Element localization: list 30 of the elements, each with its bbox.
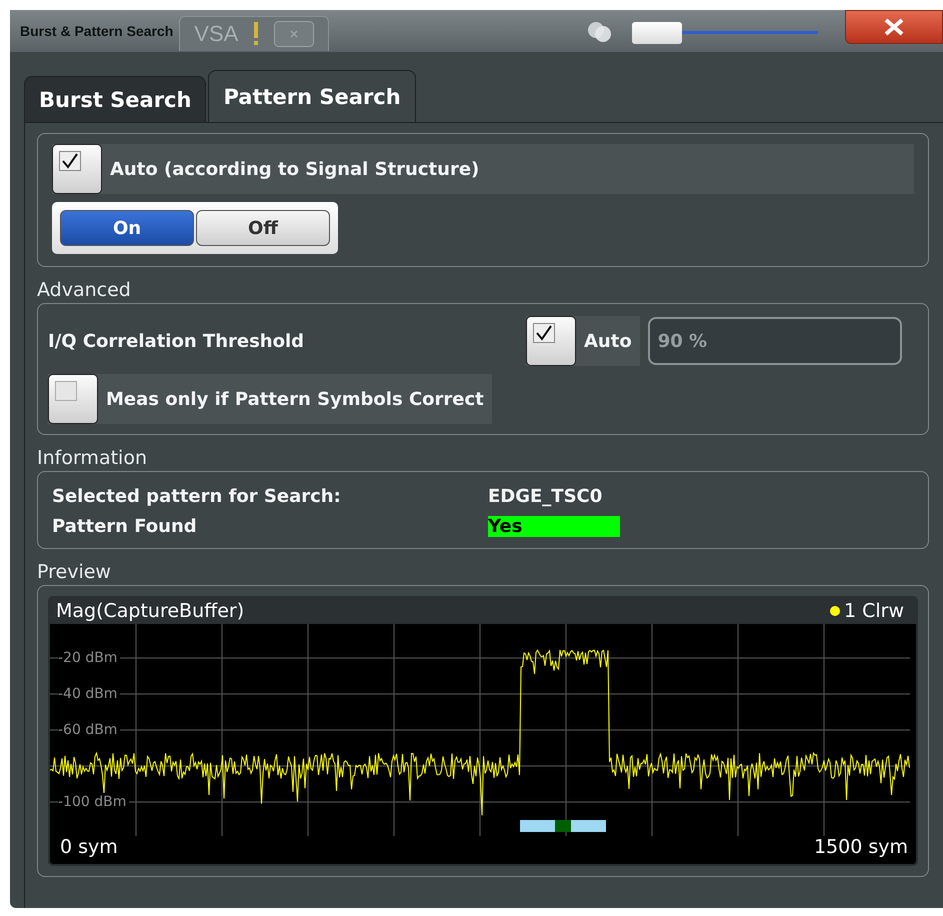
checkbox-label: Meas only if Pattern Symbols Correct bbox=[106, 388, 484, 410]
info-value: EDGE_TSC0 bbox=[488, 486, 604, 506]
threshold-label: I/Q Correlation Threshold bbox=[48, 330, 306, 352]
transparency-slider[interactable] bbox=[632, 22, 818, 44]
checkbox-label: Auto (according to Signal Structure) bbox=[110, 158, 480, 180]
toggle-option[interactable]: Off bbox=[196, 210, 330, 246]
x-axis-label: 0 sym bbox=[60, 836, 118, 858]
info-label: Selected pattern for Search: bbox=[52, 486, 342, 506]
checkbox-label: Auto bbox=[584, 330, 632, 352]
checkbox[interactable] bbox=[526, 316, 576, 366]
section-title: Information bbox=[37, 447, 148, 469]
tab[interactable]: Pattern Search bbox=[208, 70, 416, 122]
section-title: Preview bbox=[37, 561, 112, 583]
window-title: Burst & Pattern Search bbox=[20, 23, 174, 39]
chart-title: Mag(CaptureBuffer) bbox=[56, 600, 244, 622]
info-label: Pattern Found bbox=[52, 516, 198, 536]
trace-dot-icon bbox=[830, 606, 840, 616]
toggle-option[interactable]: On bbox=[60, 210, 194, 246]
close-button[interactable] bbox=[845, 10, 943, 44]
close-icon bbox=[883, 18, 905, 36]
trace-label: 1 Clrw bbox=[830, 600, 904, 622]
checkbox[interactable] bbox=[48, 374, 98, 424]
on-off-toggle[interactable]: On Off bbox=[52, 202, 338, 254]
info-value: Yes bbox=[488, 516, 620, 536]
transparency-icon bbox=[586, 20, 614, 44]
checkbox[interactable] bbox=[52, 144, 102, 194]
x-axis-label: 1500 sym bbox=[814, 836, 908, 858]
slider-thumb[interactable] bbox=[632, 22, 682, 44]
tab[interactable]: Burst Search bbox=[24, 76, 206, 122]
section-title: Advanced bbox=[37, 279, 132, 301]
